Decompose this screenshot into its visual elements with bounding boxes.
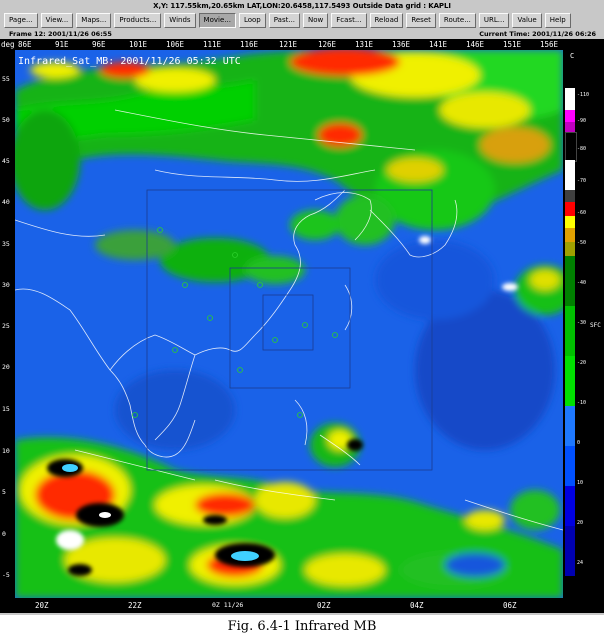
lat-tick: 45 — [2, 157, 10, 165]
deg-label: deg — [1, 40, 15, 49]
time-tick: 04Z — [410, 601, 424, 610]
toolbar: Page... View... Maps... Products... Wind… — [4, 13, 571, 28]
product-label: Infrared_Sat_MB: 2001/11/26 05:32 UTC — [18, 56, 241, 67]
colorbar-tick: -50 — [577, 240, 587, 246]
lat-tick: 5 — [2, 488, 6, 496]
past-button[interactable]: Past... — [268, 13, 301, 28]
time-tick: 06Z — [503, 601, 517, 610]
url-button[interactable]: URL... — [478, 13, 510, 28]
colorbar-tick: -110 — [577, 92, 590, 98]
time-axis: 20Z 22Z 0Z 11/26 02Z 04Z 06Z — [0, 598, 604, 613]
lon-tick: 91E — [55, 40, 69, 49]
winds-button[interactable]: Winds — [164, 13, 196, 28]
lat-tick: 10 — [2, 447, 10, 455]
lon-tick: 126E — [318, 40, 337, 49]
colorbar-tick: -20 — [577, 360, 587, 366]
reset-button[interactable]: Reset — [406, 13, 436, 28]
current-time-label: Current Time: 2001/11/26 06:26 — [479, 30, 596, 38]
maps-button[interactable]: Maps... — [76, 13, 112, 28]
lat-tick: 0 — [2, 530, 6, 538]
lon-tick: 121E — [279, 40, 298, 49]
lat-tick: 15 — [2, 405, 10, 413]
colorbar-tick: 0 — [577, 440, 581, 446]
application-window: X,Y: 117.55km,20.65km LAT,LON:20.6458,11… — [0, 0, 604, 615]
fcast-button[interactable]: Fcast... — [331, 13, 367, 28]
color-scale: C -110 -90 -80 -70 -60 -50 -40 -30 -20 -… — [563, 50, 604, 598]
time-tick: 02Z — [317, 601, 331, 610]
time-tick: 22Z — [128, 601, 142, 610]
lat-tick: 20 — [2, 363, 10, 371]
lat-tick: -5 — [2, 571, 10, 579]
loop-button[interactable]: Loop — [238, 13, 266, 28]
figure-caption: Fig. 6.4-1 Infrared MB — [227, 619, 377, 634]
page-button[interactable]: Page... — [4, 13, 38, 28]
lon-tick: 111E — [203, 40, 222, 49]
products-button[interactable]: Products... — [114, 13, 162, 28]
colorbar-tick: -90 — [577, 118, 587, 124]
colorbar-tick: -70 — [577, 178, 587, 184]
lon-tick: 131E — [355, 40, 374, 49]
lon-tick: 116E — [240, 40, 259, 49]
colorbar-sfc-label: SFC — [590, 322, 601, 329]
lat-tick: 50 — [2, 116, 10, 124]
colorbar-tick: -30 — [577, 320, 587, 326]
colorbar-tick: 20 — [577, 520, 584, 526]
view-button[interactable]: View... — [40, 13, 74, 28]
movie-button[interactable]: Movie... — [198, 13, 236, 28]
colorbar-tick: -60 — [577, 210, 587, 216]
lat-tick: 25 — [2, 322, 10, 330]
value-button[interactable]: Value — [512, 13, 542, 28]
lon-tick: 151E — [503, 40, 522, 49]
satellite-map[interactable]: Infrared_Sat_MB: 2001/11/26 05:32 UTC — [15, 50, 563, 598]
lon-tick: 106E — [166, 40, 185, 49]
lon-tick: 136E — [392, 40, 411, 49]
lon-tick: 156E — [540, 40, 559, 49]
time-tick: 20Z — [35, 601, 49, 610]
colorbar-tick: -10 — [577, 400, 587, 406]
info-bar: Frame 12: 2001/11/26 06:55 Current Time:… — [0, 30, 604, 39]
lat-tick: 35 — [2, 240, 10, 248]
lon-tick: 141E — [429, 40, 448, 49]
lon-tick: 96E — [92, 40, 106, 49]
lon-tick: 86E — [18, 40, 32, 49]
lat-tick: 55 — [2, 75, 10, 83]
latitude-axis: 55 50 45 40 35 30 25 20 15 10 5 0 -5 — [0, 50, 15, 598]
reload-button[interactable]: Reload — [369, 13, 404, 28]
colorbar-tick: -80 — [577, 146, 587, 152]
help-button[interactable]: Help — [544, 13, 571, 28]
lat-tick: 40 — [2, 198, 10, 206]
colorbar-tick: -40 — [577, 280, 587, 286]
lat-tick: 30 — [2, 281, 10, 289]
now-button[interactable]: Now — [303, 13, 329, 28]
time-tick: 0Z 11/26 — [212, 601, 244, 609]
colorbar-unit: C — [570, 52, 575, 60]
colorbar-tick: 10 — [577, 480, 584, 486]
colorbar-tick: 24 — [577, 560, 584, 566]
frame-label: Frame 12: 2001/11/26 06:55 — [9, 30, 112, 38]
route-button[interactable]: Route... — [438, 13, 476, 28]
window-title: X,Y: 117.55km,20.65km LAT,LON:20.6458,11… — [0, 0, 604, 13]
lon-tick: 146E — [466, 40, 485, 49]
lon-tick: 101E — [129, 40, 148, 49]
longitude-axis: deg 86E 91E 96E 101E 106E 111E 116E 121E… — [0, 39, 604, 50]
